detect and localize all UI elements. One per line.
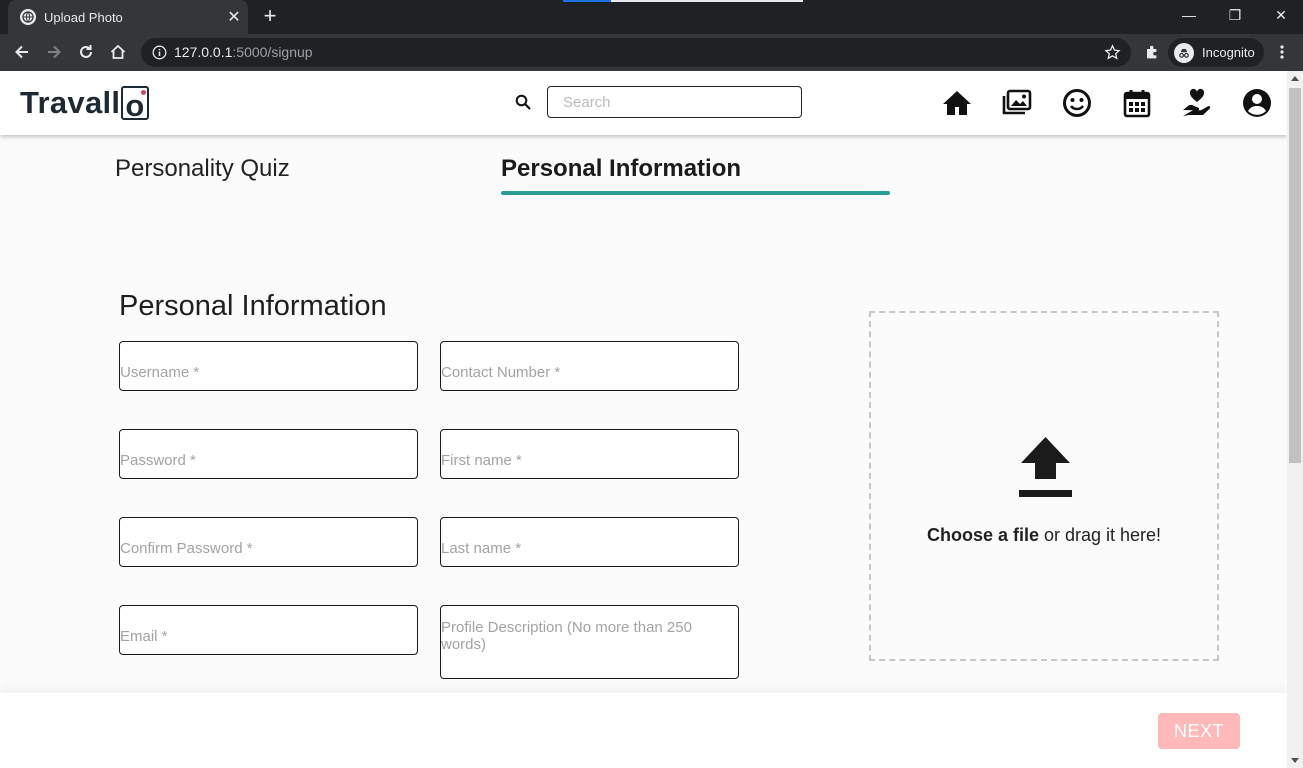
choose-file-link[interactable]: Choose a file: [927, 525, 1039, 545]
home-icon[interactable]: [941, 87, 973, 119]
travallo-logo[interactable]: Travall o: [20, 83, 149, 123]
address-bar[interactable]: 127.0.0.1:5000/signup: [141, 38, 1131, 67]
confirm-password-field[interactable]: [119, 517, 418, 567]
logo-camera-letter: o: [121, 86, 149, 123]
tab-personal-information[interactable]: Personal Information: [501, 155, 741, 183]
incognito-badge[interactable]: Incognito: [1168, 38, 1264, 67]
window-close-icon[interactable]: ✕: [1258, 0, 1303, 30]
browser-toolbar: 127.0.0.1:5000/signup Incognito: [0, 34, 1303, 71]
contact-number-field[interactable]: [440, 341, 739, 391]
charity-icon[interactable]: [1181, 87, 1213, 119]
logo-camera-dot: [140, 90, 146, 95]
globe-icon: [20, 9, 36, 25]
url-host: 127.0.0.1: [174, 44, 233, 60]
search-input[interactable]: [547, 86, 802, 118]
close-tab-icon[interactable]: ✕: [220, 7, 248, 27]
password-field[interactable]: [119, 429, 418, 479]
calendar-icon[interactable]: [1121, 87, 1153, 119]
info-icon[interactable]: [152, 45, 167, 60]
reload-icon[interactable]: [74, 40, 98, 64]
email-field[interactable]: [119, 605, 418, 655]
loading-progress: [563, 0, 611, 2]
logo-text: Travall: [20, 85, 121, 120]
tab-title: Upload Photo: [44, 9, 123, 25]
dropzone-text: Choose a file or drag it here!: [871, 525, 1217, 546]
photos-icon[interactable]: [1001, 87, 1033, 119]
url-text: 127.0.0.1:5000/signup: [174, 44, 313, 60]
scrollbar-thumb[interactable]: [1289, 88, 1301, 463]
next-button[interactable]: NEXT: [1158, 713, 1240, 749]
browser-menu-icon[interactable]: [1270, 40, 1294, 64]
browser-tab-strip: Upload Photo ✕ + ― ❐ ✕: [0, 0, 1303, 34]
extensions-icon[interactable]: [1140, 40, 1164, 64]
first-name-field[interactable]: [440, 429, 739, 479]
account-icon[interactable]: [1241, 87, 1273, 119]
page-viewport: Travallo Personality Quiz Personal Infor…: [0, 71, 1287, 768]
incognito-label: Incognito: [1202, 45, 1255, 60]
restore-icon[interactable]: ❐: [1212, 0, 1258, 30]
search-icon[interactable]: [515, 94, 532, 111]
drag-hint: or drag it here!: [1038, 525, 1162, 545]
bookmark-star-icon[interactable]: [1104, 44, 1121, 61]
upload-icon: [1019, 437, 1072, 497]
scroll-down-arrow[interactable]: [1291, 758, 1299, 763]
incognito-icon: [1174, 42, 1194, 63]
photo-dropzone[interactable]: Choose a file or drag it here!: [869, 311, 1219, 661]
new-tab-icon[interactable]: +: [258, 4, 282, 28]
page-scrollbar[interactable]: [1287, 71, 1303, 768]
form-title: Personal Information: [119, 290, 387, 322]
smiley-icon[interactable]: [1061, 87, 1093, 119]
url-path: :5000/signup: [232, 44, 313, 60]
scroll-up-arrow[interactable]: [1291, 76, 1299, 81]
tab-personality-quiz[interactable]: Personality Quiz: [115, 155, 290, 183]
last-name-field[interactable]: [440, 517, 739, 567]
minimize-icon[interactable]: ―: [1166, 0, 1212, 30]
forward-icon[interactable]: [42, 40, 66, 64]
home-browser-icon[interactable]: [106, 40, 130, 64]
active-tab-underline: [501, 191, 890, 195]
form-footer: NEXT: [0, 693, 1287, 768]
profile-description-field[interactable]: [440, 605, 739, 679]
username-field[interactable]: [119, 341, 418, 391]
browser-tab[interactable]: Upload Photo ✕: [8, 0, 248, 34]
back-icon[interactable]: [10, 40, 34, 64]
site-navbar: Travall o: [0, 71, 1287, 135]
